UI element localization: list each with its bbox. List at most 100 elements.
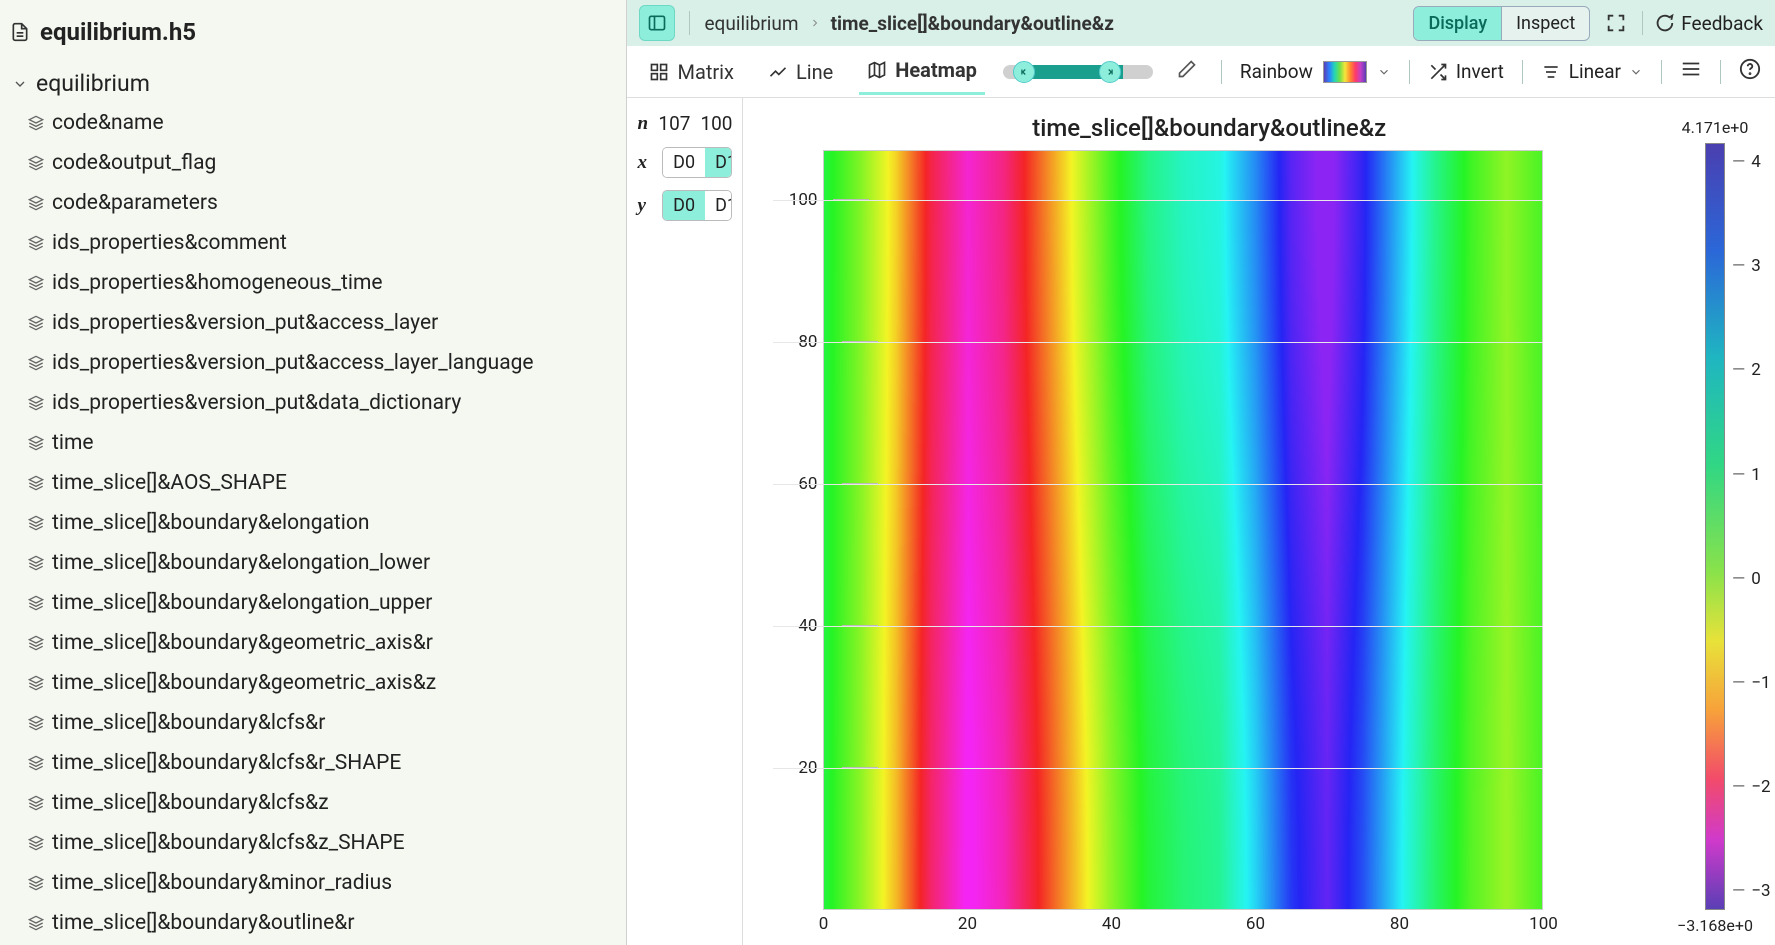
tree-item[interactable]: code&parameters: [24, 183, 626, 223]
layers-icon: [28, 195, 44, 211]
x-tick: 20: [958, 914, 977, 934]
help-button[interactable]: [1739, 58, 1761, 85]
tab-line-label: Line: [796, 60, 833, 84]
colorbar: 4.171e+0 43210−1−2−3 −3.168e+0: [1675, 108, 1755, 935]
invert-button[interactable]: Invert: [1428, 60, 1504, 83]
tab-line[interactable]: Line: [760, 50, 841, 94]
file-name: equilibrium.h5: [40, 18, 196, 46]
edit-domain-button[interactable]: [1171, 59, 1203, 84]
tree-item-label: time_slice[]&boundary&lcfs&z: [52, 791, 329, 815]
tree-item[interactable]: time_slice[]&boundary&lcfs&z: [24, 783, 626, 823]
y-tick: 80: [798, 332, 817, 352]
layers-icon: [28, 515, 44, 531]
chevron-down-icon: [1629, 65, 1643, 79]
slider-handle-start[interactable]: [1013, 61, 1035, 83]
fullscreen-icon: [1605, 12, 1627, 34]
skip-back-icon: [1019, 67, 1029, 77]
tree-item-label: time_slice[]&boundary&outline&r: [52, 911, 354, 935]
tree-item-label: code&output_flag: [52, 151, 216, 175]
tree-item[interactable]: code&output_flag: [24, 143, 626, 183]
tree-item[interactable]: time: [24, 423, 626, 463]
tree-item-label: time_slice[]&boundary&elongation_upper: [52, 591, 432, 615]
tab-heatmap[interactable]: Heatmap: [859, 48, 985, 95]
more-menu-button[interactable]: [1680, 58, 1702, 85]
layers-icon: [28, 155, 44, 171]
tree-item-label: time_slice[]&AOS_SHAPE: [52, 471, 287, 495]
domain-slider[interactable]: [1003, 65, 1153, 79]
x-tick: 80: [1390, 914, 1409, 934]
tree-item[interactable]: time_slice[]&boundary&geometric_axis&z: [24, 663, 626, 703]
inspect-tab[interactable]: Inspect: [1502, 7, 1589, 40]
tree-item[interactable]: time_slice[]&boundary&elongation: [24, 503, 626, 543]
layers-icon: [28, 555, 44, 571]
divider: [1720, 60, 1721, 84]
colorbar-tick: 4: [1732, 152, 1761, 172]
slider-track[interactable]: [1003, 65, 1153, 79]
tab-heatmap-label: Heatmap: [895, 58, 977, 82]
tree-item[interactable]: ids_properties&version_put&access_layer: [24, 303, 626, 343]
dim-x-row: x D0 D1: [637, 147, 732, 178]
tree-item[interactable]: time_slice[]&boundary&elongation_lower: [24, 543, 626, 583]
layers-icon: [28, 675, 44, 691]
dim-x-d1[interactable]: D1: [705, 148, 732, 177]
tree-item[interactable]: time_slice[]&boundary&elongation_upper: [24, 583, 626, 623]
vis-toolbar: Matrix Line Heatmap Rainbow: [627, 46, 1775, 98]
tree-root[interactable]: equilibrium: [0, 64, 626, 103]
y-tick: 100: [789, 190, 818, 210]
scale-picker[interactable]: Linear: [1541, 60, 1643, 83]
dimension-panel: n 107 100 x D0 D1 y D0 D1: [627, 98, 743, 945]
slider-handle-end[interactable]: [1099, 61, 1121, 83]
colorbar-tick: −3: [1732, 881, 1771, 901]
sidebar-toggle-button[interactable]: [639, 5, 675, 41]
content: n 107 100 x D0 D1 y D0 D1: [627, 98, 1775, 945]
tree-item[interactable]: time_slice[]&boundary&lcfs&r: [24, 703, 626, 743]
layers-icon: [28, 595, 44, 611]
tree-item-label: time_slice[]&boundary&elongation_lower: [52, 551, 430, 575]
tree-item-label: time_slice[]&boundary&geometric_axis&r: [52, 631, 433, 655]
tree-item[interactable]: time_slice[]&boundary&lcfs&z_SHAPE: [24, 823, 626, 863]
layers-icon: [28, 835, 44, 851]
tree-item[interactable]: ids_properties&homogeneous_time: [24, 263, 626, 303]
divider: [1661, 60, 1662, 84]
tree-item[interactable]: time_slice[]&boundary&outline&r: [24, 903, 626, 943]
tree-item[interactable]: time_slice[]&boundary&geometric_axis&r: [24, 623, 626, 663]
y-tick: 60: [798, 474, 817, 494]
tree-item[interactable]: ids_properties&version_put&data_dictiona…: [24, 383, 626, 423]
tree-item[interactable]: time_slice[]&boundary&minor_radius: [24, 863, 626, 903]
dim-n-val-0: 107: [658, 112, 690, 135]
fullscreen-button[interactable]: [1600, 7, 1632, 39]
x-tick: 60: [1246, 914, 1265, 934]
tree-item-label: ids_properties&homogeneous_time: [52, 271, 383, 295]
tree-item-label: ids_properties&version_put&access_layer_…: [52, 351, 534, 375]
colormap-picker[interactable]: Rainbow: [1240, 60, 1391, 83]
divider: [1522, 60, 1523, 84]
divider: [1642, 11, 1643, 35]
heatmap-plot[interactable]: 20406080100 020406080100: [823, 150, 1543, 910]
tree-list: code&name code&output_flag code&parameters…: [0, 103, 626, 943]
display-tab[interactable]: Display: [1414, 7, 1502, 40]
dim-y-d1[interactable]: D1: [705, 191, 732, 220]
scale-label: Linear: [1569, 60, 1621, 83]
x-tick: 40: [1102, 914, 1121, 934]
divider: [689, 11, 690, 35]
breadcrumb-current[interactable]: time_slice[]&boundary&outline&z: [831, 12, 1114, 35]
shuffle-icon: [1428, 62, 1448, 82]
tree-item[interactable]: ids_properties&version_put&access_layer_…: [24, 343, 626, 383]
feedback-button[interactable]: Feedback: [1653, 12, 1763, 35]
heatmap-canvas[interactable]: [823, 150, 1543, 910]
x-tick: 0: [819, 914, 829, 934]
breadcrumb: equilibrium time_slice[]&boundary&outlin…: [704, 12, 1113, 35]
tree-item[interactable]: time_slice[]&AOS_SHAPE: [24, 463, 626, 503]
colorbar-tick: 3: [1732, 256, 1761, 276]
dim-y-d0[interactable]: D0: [663, 191, 705, 220]
tree-item[interactable]: code&name: [24, 103, 626, 143]
chevron-down-icon: [1377, 65, 1391, 79]
dim-x-d0[interactable]: D0: [663, 148, 705, 177]
tree-item[interactable]: ids_properties&comment: [24, 223, 626, 263]
tree-item-label: ids_properties&comment: [52, 231, 287, 255]
tab-matrix[interactable]: Matrix: [641, 50, 741, 94]
divider: [1221, 60, 1222, 84]
breadcrumb-parent[interactable]: equilibrium: [704, 12, 798, 35]
colorbar-tick: 2: [1732, 360, 1761, 380]
tree-item[interactable]: time_slice[]&boundary&lcfs&r_SHAPE: [24, 743, 626, 783]
